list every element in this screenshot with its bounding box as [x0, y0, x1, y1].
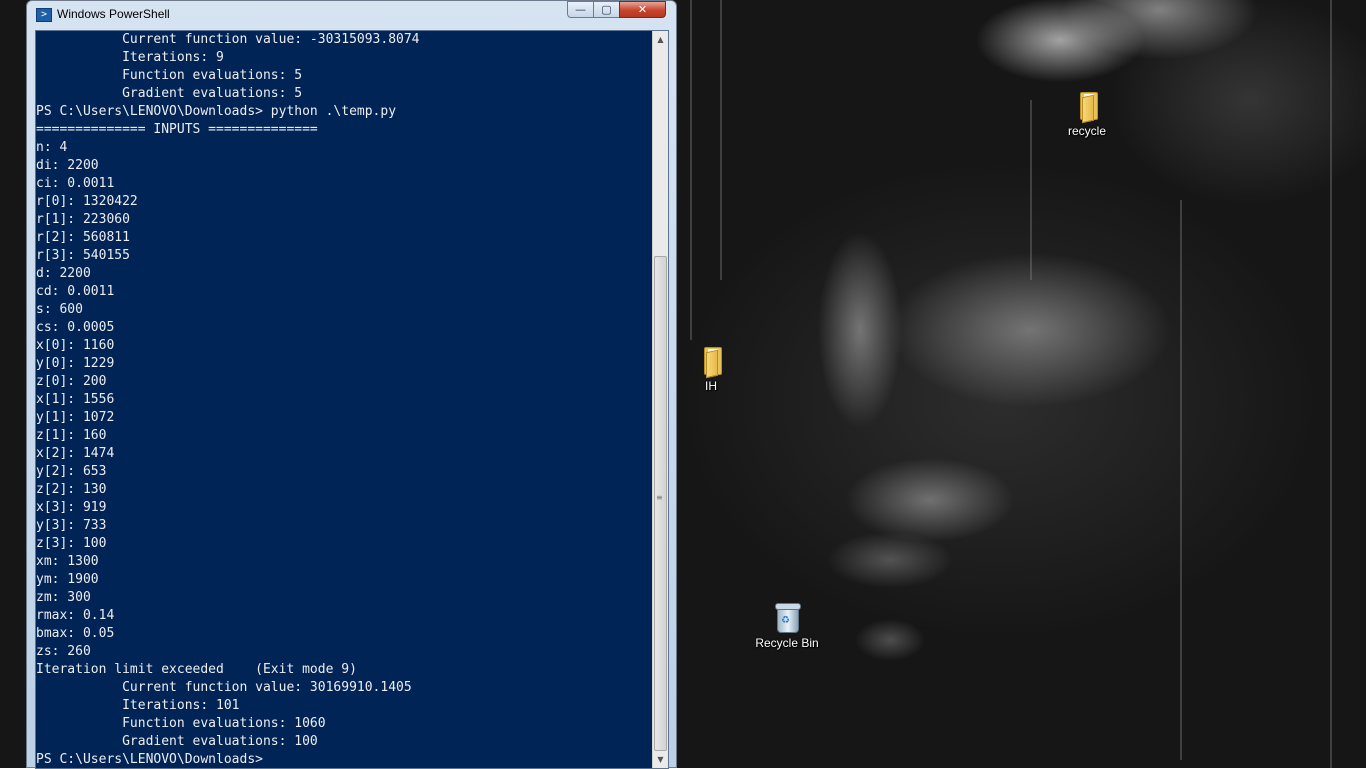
console-line: n: 4 — [36, 140, 68, 155]
console-line: x[2]: 1474 — [36, 446, 115, 461]
console-line: z[1]: 160 — [36, 428, 107, 443]
desktop-icon-ih-folder[interactable]: IH — [676, 345, 746, 393]
desktop-icon-label: IH — [705, 379, 717, 393]
console-line: y[0]: 1229 — [36, 356, 115, 371]
folder-icon — [1071, 90, 1103, 124]
console-line: zs: 260 — [36, 644, 91, 659]
desktop-icon-recycle-folder[interactable]: recycle — [1052, 90, 1122, 138]
wallpaper-streak — [690, 0, 692, 340]
console-line: Iterations: 101 — [36, 698, 240, 713]
console-line: r[2]: 560811 — [36, 230, 130, 245]
console-line: xm: 1300 — [36, 554, 99, 569]
vertical-scrollbar[interactable]: ▲ ≡ ▼ — [652, 31, 668, 768]
console-line: s: 600 — [36, 302, 83, 317]
console-line: Iteration limit exceeded (Exit mode 9) — [36, 662, 357, 677]
console-line: r[1]: 223060 — [36, 212, 130, 227]
minimize-button[interactable]: — — [567, 1, 594, 18]
console-line: z[2]: 130 — [36, 482, 107, 497]
recycle-bin-icon: ♻ — [771, 602, 803, 634]
console-line: ym: 1900 — [36, 572, 99, 587]
console-line: Iterations: 9 — [36, 50, 224, 65]
scroll-up-arrow-icon[interactable]: ▲ — [653, 31, 668, 48]
console-output[interactable]: Current function value: -30315093.8074 I… — [35, 30, 669, 769]
scrollbar-thumb[interactable] — [654, 256, 667, 751]
console-line: x[0]: 1160 — [36, 338, 115, 353]
console-line: cs: 0.0005 — [36, 320, 115, 335]
close-icon: ✕ — [637, 3, 648, 16]
console-line: Function evaluations: 5 — [36, 68, 303, 83]
desktop-icon-label: Recycle Bin — [755, 636, 819, 650]
console-line: r[3]: 540155 — [36, 248, 130, 263]
console-line: zm: 300 — [36, 590, 91, 605]
console-line: bmax: 0.05 — [36, 626, 115, 641]
console-line: y[3]: 733 — [36, 518, 107, 533]
console-line: ci: 0.0011 — [36, 176, 115, 191]
console-line: x[3]: 919 — [36, 500, 107, 515]
scroll-down-arrow-icon[interactable]: ▼ — [653, 751, 668, 768]
window-title: Windows PowerShell — [57, 7, 170, 21]
console-text: Current function value: -30315093.8074 I… — [36, 31, 652, 768]
console-line: di: 2200 — [36, 158, 99, 173]
powershell-icon[interactable]: > — [36, 8, 52, 22]
console-line: cd: 0.0011 — [36, 284, 115, 299]
console-line: z[0]: 200 — [36, 374, 107, 389]
console-line: x[1]: 1556 — [36, 392, 115, 407]
powershell-window[interactable]: > Windows PowerShell — ▢ ✕ Current funct… — [26, 0, 677, 769]
console-line: Current function value: -30315093.8074 — [36, 32, 420, 47]
console-line: Gradient evaluations: 5 — [36, 86, 303, 101]
desktop-icon-label: recycle — [1067, 124, 1106, 138]
desktop-icon-recycle-bin[interactable]: ♻ Recycle Bin — [752, 602, 822, 650]
title-bar[interactable]: > Windows PowerShell — ▢ ✕ — [27, 1, 676, 29]
console-line: Gradient evaluations: 100 — [36, 734, 318, 749]
console-line: ============== INPUTS ============== — [36, 122, 318, 137]
console-line: rmax: 0.14 — [36, 608, 115, 623]
console-line: Current function value: 30169910.1405 — [36, 680, 412, 695]
folder-icon — [695, 345, 727, 379]
console-line: y[2]: 653 — [36, 464, 107, 479]
console-line: z[3]: 100 — [36, 536, 107, 551]
wallpaper-streak — [1330, 0, 1332, 768]
close-button[interactable]: ✕ — [619, 1, 666, 18]
console-line: d: 2200 — [36, 266, 91, 281]
console-line: Function evaluations: 1060 — [36, 716, 326, 731]
scrollbar-grip-icon: ≡ — [656, 493, 663, 502]
console-line: PS C:\Users\LENOVO\Downloads> — [36, 752, 263, 767]
minimize-icon: — — [575, 3, 586, 16]
wallpaper-streak — [720, 0, 722, 280]
wallpaper-streak — [1180, 200, 1182, 760]
console-line: PS C:\Users\LENOVO\Downloads> python .\t… — [36, 104, 397, 119]
console-line: r[0]: 1320422 — [36, 194, 138, 209]
wallpaper-streak — [1030, 100, 1032, 280]
console-line: y[1]: 1072 — [36, 410, 115, 425]
maximize-button[interactable]: ▢ — [593, 1, 620, 18]
maximize-icon: ▢ — [601, 3, 612, 16]
